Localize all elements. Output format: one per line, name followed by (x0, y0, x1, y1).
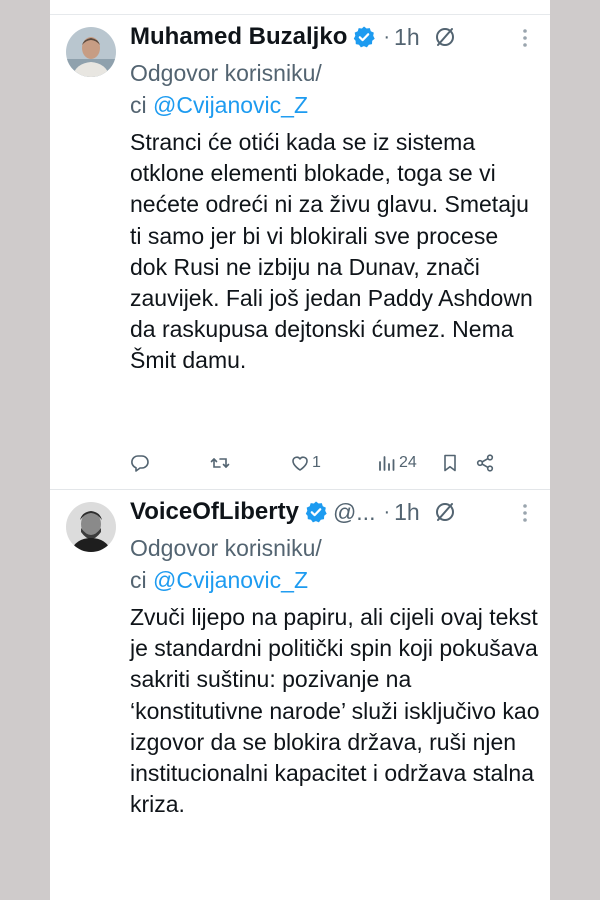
reply-label-cont: ci (130, 567, 153, 593)
phone-screen: Muhamed Buzaljko · 1h Odgovor korisniku/ (50, 0, 550, 900)
avatar[interactable] (66, 27, 116, 77)
tweet-body: Muhamed Buzaljko · 1h Odgovor korisniku/ (130, 19, 538, 377)
tweet-body: VoiceOfLiberty @... · 1h Odgovor korisni… (130, 494, 540, 820)
reply-label: Odgovor korisniku/ (130, 535, 322, 561)
repost-button[interactable] (210, 453, 230, 473)
grok-icon[interactable] (434, 26, 456, 48)
tweet-text: Stranci će otići kada se iz sistema otkl… (130, 129, 533, 374)
more-options-icon[interactable] (520, 27, 530, 49)
heart-icon (292, 456, 308, 471)
bookmark-icon (444, 454, 456, 472)
author-handle[interactable]: @... (333, 499, 376, 526)
share-icon (476, 454, 494, 472)
verified-badge-icon (305, 501, 327, 523)
avatar[interactable] (66, 502, 116, 552)
author-name[interactable]: VoiceOfLiberty (130, 498, 299, 526)
reply-icon (131, 455, 149, 472)
views-icon (379, 456, 395, 471)
verified-badge-icon (354, 26, 376, 48)
mention-link[interactable]: @Cvijanovic_Z (153, 92, 308, 118)
reply-context: Odgovor korisniku/ ci @Cvijanovic_Z (130, 57, 538, 121)
tweet-actions: 1 24 (130, 448, 530, 478)
previous-tweet-edge (50, 0, 550, 15)
more-options-icon[interactable] (520, 502, 530, 524)
author-name[interactable]: Muhamed Buzaljko (130, 23, 347, 51)
grok-icon[interactable] (434, 501, 456, 523)
reply-label: Odgovor korisniku/ (130, 60, 322, 86)
views-button[interactable]: 24 (377, 453, 417, 473)
separator-dot: · (383, 500, 391, 523)
reply-label-cont: ci (130, 92, 153, 118)
tweet-card[interactable]: VoiceOfLiberty @... · 1h Odgovor korisni… (50, 490, 550, 900)
mention-link[interactable]: @Cvijanovic_Z (153, 567, 308, 593)
repost-icon (210, 458, 230, 468)
timestamp[interactable]: 1h (394, 24, 420, 51)
tweet-header: Muhamed Buzaljko · 1h (130, 19, 538, 55)
like-count: 1 (312, 454, 321, 471)
like-button[interactable]: 1 (290, 453, 321, 473)
timestamp[interactable]: 1h (394, 499, 420, 526)
view-count: 24 (399, 454, 417, 471)
tweet-card[interactable]: Muhamed Buzaljko · 1h Odgovor korisniku/ (50, 15, 550, 490)
bookmark-button[interactable] (440, 453, 460, 473)
tweet-header: VoiceOfLiberty @... · 1h (130, 494, 538, 530)
share-button[interactable] (475, 453, 495, 473)
tweet-text: Zvuči lijepo na papiru, ali cijeli ovaj … (130, 604, 540, 818)
reply-context: Odgovor korisniku/ ci @Cvijanovic_Z (130, 532, 538, 596)
separator-dot: · (383, 25, 391, 48)
reply-button[interactable] (130, 453, 150, 473)
